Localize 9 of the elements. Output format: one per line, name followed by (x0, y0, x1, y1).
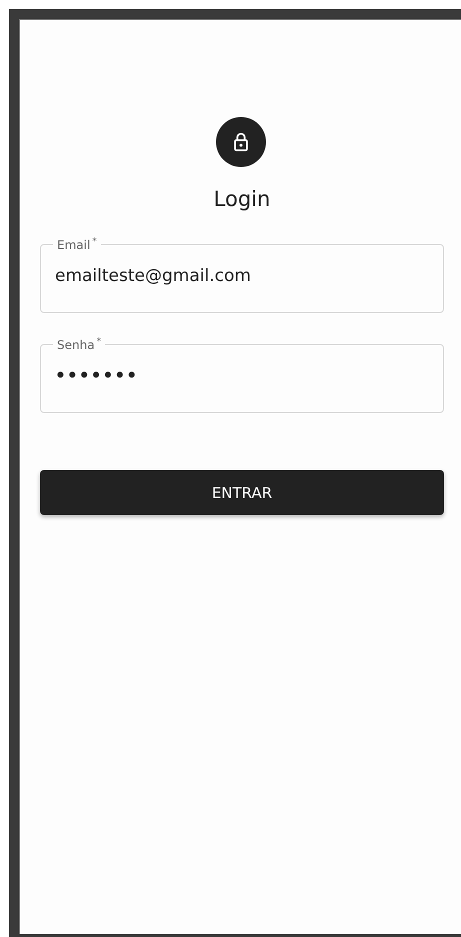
login-title: Login (212, 187, 272, 211)
password-field[interactable]: Senha $^{*}$ ••••••• (40, 337, 444, 413)
field-label: Email $^{*}$ (56, 237, 98, 252)
field-label: Senha $^{*}$ (56, 337, 102, 352)
email-field[interactable]: Email $^{*}$ emailteste@gmail.com (40, 237, 444, 313)
field-value: ••••••• (55, 366, 138, 386)
field-value: emailteste@gmail.com (55, 266, 251, 286)
lock-icon (216, 117, 266, 167)
login-button[interactable]: ENTRAR (40, 470, 444, 515)
